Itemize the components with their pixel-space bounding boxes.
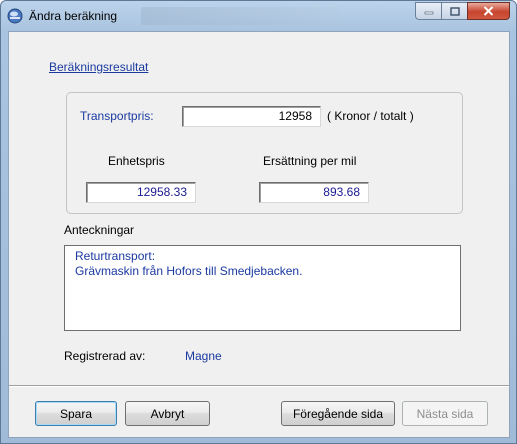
transport-price-label: Transportpris: (80, 109, 154, 123)
footer-divider (9, 385, 509, 387)
minimize-icon (424, 11, 433, 15)
app-icon (7, 8, 23, 24)
dialog-content: Beräkningsresultat Transportpris: 12958 … (8, 31, 510, 438)
maximize-button[interactable] (441, 2, 467, 20)
results-link[interactable]: Beräkningsresultat (49, 60, 148, 74)
save-button[interactable]: Spara (35, 401, 117, 426)
close-button[interactable] (467, 2, 510, 20)
next-page-button: Nästa sida (402, 401, 488, 426)
dialog-window: Ändra beräkning Beräkningsresultat Trans… (0, 0, 517, 444)
window-title: Ändra beräkning (29, 9, 118, 23)
transport-unit-label: ( Kronor / totalt ) (327, 109, 414, 123)
close-icon (483, 6, 494, 16)
registered-by-label: Registrerad av: (64, 349, 146, 363)
caption-buttons (415, 2, 510, 22)
transport-price-field[interactable]: 12958 (182, 106, 321, 127)
title-bar[interactable]: Ändra beräkning (1, 1, 516, 31)
registered-by-value: Magne (185, 349, 222, 363)
notes-line: Returtransport: (75, 249, 156, 263)
unit-price-label: Enhetspris (108, 154, 165, 168)
background-window-ghost (141, 7, 341, 25)
per-mile-field[interactable]: 893.68 (259, 182, 369, 203)
maximize-icon (449, 6, 460, 16)
per-mile-label: Ersättning per mil (263, 154, 357, 168)
previous-page-button[interactable]: Föregående sida (281, 401, 395, 426)
notes-textarea[interactable]: Returtransport: Grävmaskin från Hofors t… (64, 245, 461, 331)
cancel-button[interactable]: Avbryt (125, 401, 210, 426)
notes-label: Anteckningar (64, 223, 135, 237)
unit-price-field[interactable]: 12958.33 (86, 182, 196, 203)
notes-line: Grävmaskin från Hofors till Smedjebacken… (75, 264, 303, 278)
minimize-button[interactable] (415, 2, 441, 20)
